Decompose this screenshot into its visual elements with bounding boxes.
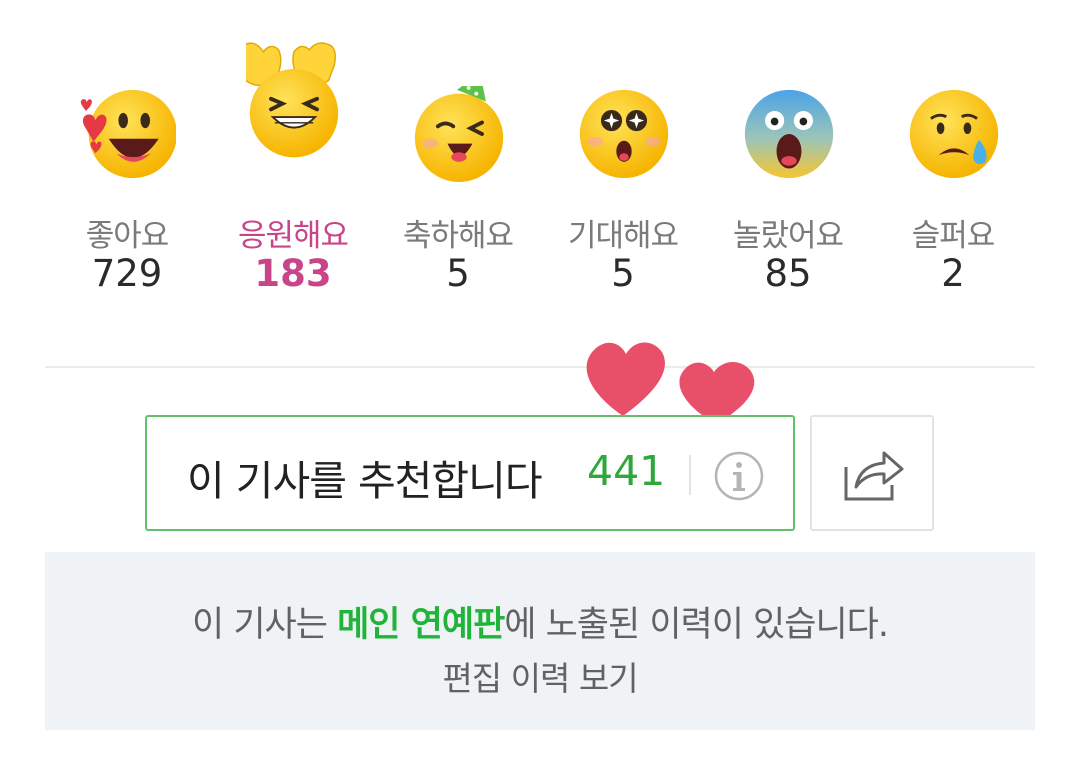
reaction-label: 응원해요 [237, 218, 349, 254]
recommend-button[interactable]: 이 기사를 추천합니다 441 [145, 415, 795, 531]
reaction-label: 슬퍼요 [911, 218, 996, 254]
sparkle-eyes-face-icon [579, 89, 669, 179]
notice-suffix: 에 노출된 이력이 있습니다. [504, 605, 889, 645]
reaction-surprised[interactable]: 놀랐어요 85 [713, 70, 863, 310]
crying-face-icon [909, 89, 999, 179]
reaction-count: 5 [446, 252, 470, 295]
reaction-congrats[interactable]: 축하해요 5 [383, 70, 533, 310]
share-button[interactable] [810, 415, 934, 531]
reaction-sad[interactable]: 슬퍼요 2 [878, 70, 1028, 310]
button-separator [689, 455, 691, 495]
share-icon [844, 451, 904, 501]
info-icon[interactable] [713, 450, 765, 502]
recommend-count: 441 [587, 447, 666, 495]
reaction-like[interactable]: 좋아요 729 [52, 70, 202, 310]
grinning-squint-face-icon [246, 42, 339, 158]
notice-prefix: 이 기사는 [192, 605, 338, 645]
reaction-count: 85 [764, 252, 812, 295]
notice-text: 이 기사는 메인 연예판에 노출된 이력이 있습니다. [45, 596, 1035, 647]
recommend-label: 이 기사를 추천합니다 [187, 457, 543, 505]
reaction-expect[interactable]: 기대해요 5 [548, 70, 698, 310]
main-entertainment-link[interactable]: 메인 연예판 [337, 605, 505, 645]
section-divider [45, 366, 1035, 368]
heart-eyes-face-icon [80, 89, 176, 179]
screaming-face-icon [744, 89, 834, 179]
exposure-history-notice: 이 기사는 메인 연예판에 노출된 이력이 있습니다. 편집 이력 보기 [45, 552, 1035, 730]
reaction-count: 729 [91, 252, 163, 295]
reaction-label: 기대해요 [567, 218, 679, 254]
edit-history-link[interactable]: 편집 이력 보기 [45, 652, 1035, 700]
reaction-count: 5 [611, 252, 635, 295]
reaction-cheer[interactable]: 응원해요 183 [218, 42, 368, 310]
reaction-label: 좋아요 [85, 218, 170, 254]
reaction-label: 놀랐어요 [732, 218, 844, 254]
reaction-label: 축하해요 [402, 218, 514, 254]
reaction-bar: 좋아요 729 응원해요 183 축하해요 5 기대해요 5 놀랐어요 85 슬… [0, 0, 1079, 330]
party-face-icon [414, 86, 504, 182]
reaction-count: 2 [941, 252, 965, 295]
reaction-count: 183 [254, 252, 332, 295]
